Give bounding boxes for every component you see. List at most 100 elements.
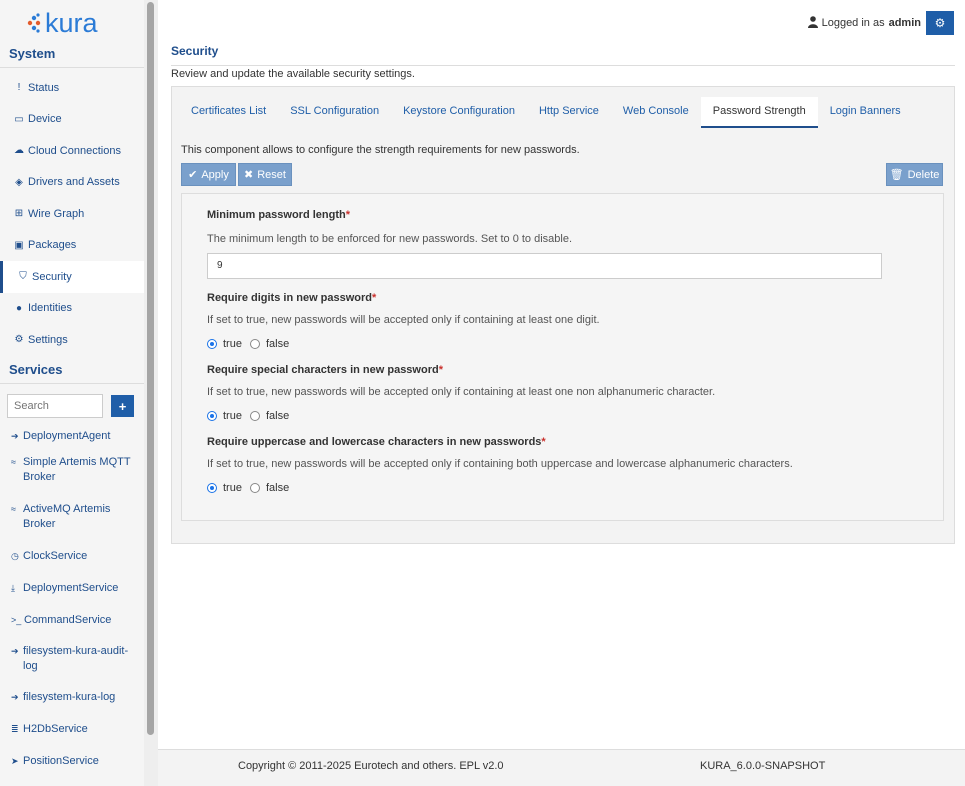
digits-true-label[interactable]: true [223,338,242,350]
required-mark: * [372,292,377,304]
add-service-button[interactable]: + [111,395,134,417]
delete-label: Delete [907,168,940,181]
sidebar-item-label: Security [32,270,72,283]
sidebar-item-security[interactable]: ⛉ Security [0,261,144,293]
digits-true-radio[interactable] [207,339,217,349]
delete-button[interactable]: 🗑 Delete [886,163,943,186]
service-item-deploymentagent[interactable]: ➔ DeploymentAgent [0,424,144,451]
service-item-h2dbservice[interactable]: ≣ H2DbService [0,717,144,749]
circle-arrow-icon: ➔ [11,692,19,702]
page-title: Security [171,44,219,58]
special-radio-group: true false [207,410,297,422]
logged-in-label: Logged in as [821,17,885,29]
special-label-text: Require special characters in new passwo… [207,364,439,376]
clock-icon: ◷ [11,551,19,561]
check-icon: ✔ [188,169,198,181]
sidebar-item-device[interactable]: ▭ Device [0,104,144,136]
reset-label: Reset [257,168,286,181]
case-true-label[interactable]: true [223,482,242,494]
service-item-label: CommandService [24,613,112,626]
user-icon: ● [15,302,23,314]
footer: Copyright © 2011-2025 Eurotech and other… [158,749,965,786]
sidebar-item-label: Packages [28,239,77,252]
sidebar-item-label: Status [28,81,60,94]
sidebar-item-label: Settings [28,333,68,346]
location-arrow-icon: ➤ [11,755,19,766]
case-description: If set to true, new passwords will be ac… [207,458,793,470]
exclamation-icon: ! [17,82,21,94]
service-search-input[interactable] [7,394,103,418]
circle-arrow-icon: ➔ [11,430,19,441]
tab-login-banners[interactable]: Login Banners [818,97,913,128]
service-item-label: filesystem-kura-audit-log [23,645,129,672]
apply-button[interactable]: ✔ Apply [181,163,236,186]
sidebar-item-packages[interactable]: ▣ Packages [0,230,144,262]
cube-icon: ◈ [15,176,23,188]
special-false-label[interactable]: false [266,410,289,422]
case-false-label[interactable]: false [266,482,289,494]
sidebar-item-settings[interactable]: ⚙ Settings [0,324,144,356]
logo-mark: kura [27,8,99,38]
case-false-radio[interactable] [249,483,260,493]
gear-icon: ⚙ [14,334,24,346]
user-settings-button[interactable]: ⚙ [926,11,954,35]
case-true-radio[interactable] [207,483,217,493]
tab-web-console[interactable]: Web Console [611,97,701,128]
service-item-positionservice[interactable]: ➤ PositionService [0,749,144,781]
user-icon [807,15,818,31]
digits-false-radio[interactable] [249,339,260,349]
sidebar-item-status[interactable]: ! Status [0,72,144,104]
service-item-filesystem-kura-log[interactable]: ➔ filesystem-kura-log [0,685,144,717]
service-item-clockservice[interactable]: ◷ ClockService [0,544,144,576]
tab-http-service[interactable]: Http Service [527,97,611,128]
min-length-label-text: Minimum password length [207,209,346,221]
tab-password-strength[interactable]: Password Strength [700,97,818,128]
sidebar-item-cloud-connections[interactable]: ☁ Cloud Connections [0,135,144,167]
kura-logo[interactable]: kura [0,0,144,42]
version-text: KURA_6.0.0-SNAPSHOT [700,760,826,772]
special-description: If set to true, new passwords will be ac… [207,386,716,398]
page-subtitle: Review and update the available security… [171,68,415,80]
min-length-label: Minimum password length* [207,209,350,221]
system-section-title: System [0,42,144,68]
x-icon: ✖ [244,169,254,181]
tab-certificates-list[interactable]: Certificates List [179,97,278,128]
rss-icon: ≈ [11,457,16,467]
user-area: Logged in as admin ⚙ [807,11,954,35]
service-item-deploymentservice[interactable]: ⤓ DeploymentService [0,576,144,608]
reset-button[interactable]: ✖ Reset [238,163,292,186]
download-icon: ⤓ [11,583,15,593]
case-radio-group: true false [207,482,297,494]
terminal-icon: >_ [11,614,22,625]
special-true-label[interactable]: true [223,410,242,422]
gear-icon: ⚙ [934,16,946,30]
required-mark: * [438,364,443,376]
digits-false-label[interactable]: false [266,338,289,350]
sidebar-item-label: Wire Graph [28,207,85,220]
min-length-input[interactable]: 9 [207,253,882,279]
tab-keystore-configuration[interactable]: Keystore Configuration [391,97,527,128]
service-item-activemq-artemis-broker[interactable]: ≈ ActiveMQ Artemis Broker [0,497,144,544]
briefcase-icon: ▣ [14,239,24,251]
sidebar-item-identities[interactable]: ● Identities [0,293,144,325]
digits-radio-group: true false [207,338,297,350]
service-item-filesystem-kura-audit-log[interactable]: ➔ filesystem-kura-audit-log [0,639,144,685]
hdd-icon: ▭ [14,113,24,125]
sidebar-item-label: Identities [28,302,73,315]
logged-in-username: admin [888,17,921,29]
sidebar-item-drivers-and-assets[interactable]: ◈ Drivers and Assets [0,167,144,199]
special-false-radio[interactable] [249,411,260,421]
sidebar-scrollbar-thumb[interactable] [147,2,154,735]
sidebar-item-wire-graph[interactable]: ⊞ Wire Graph [0,198,144,230]
sidebar: kura System ! Status ▭ Device ☁ Cloud Connect… [0,0,144,786]
service-item-simple-artemis-mqtt-broker[interactable]: ≈ Simple Artemis MQTT Broker [0,450,144,497]
special-true-radio[interactable] [207,411,217,421]
copyright-text: Copyright © 2011-2025 Eurotech and other… [238,760,504,772]
shield-icon: ⛉ [19,271,27,283]
service-search-row: + [0,384,144,422]
cloud-icon: ☁ [14,145,24,157]
digits-description: If set to true, new passwords will be ac… [207,314,600,326]
tab-ssl-configuration[interactable]: SSL Configuration [278,97,391,128]
service-item-commandservice[interactable]: >_ CommandService [0,608,144,640]
sidebar-scrollbar[interactable] [144,0,158,786]
